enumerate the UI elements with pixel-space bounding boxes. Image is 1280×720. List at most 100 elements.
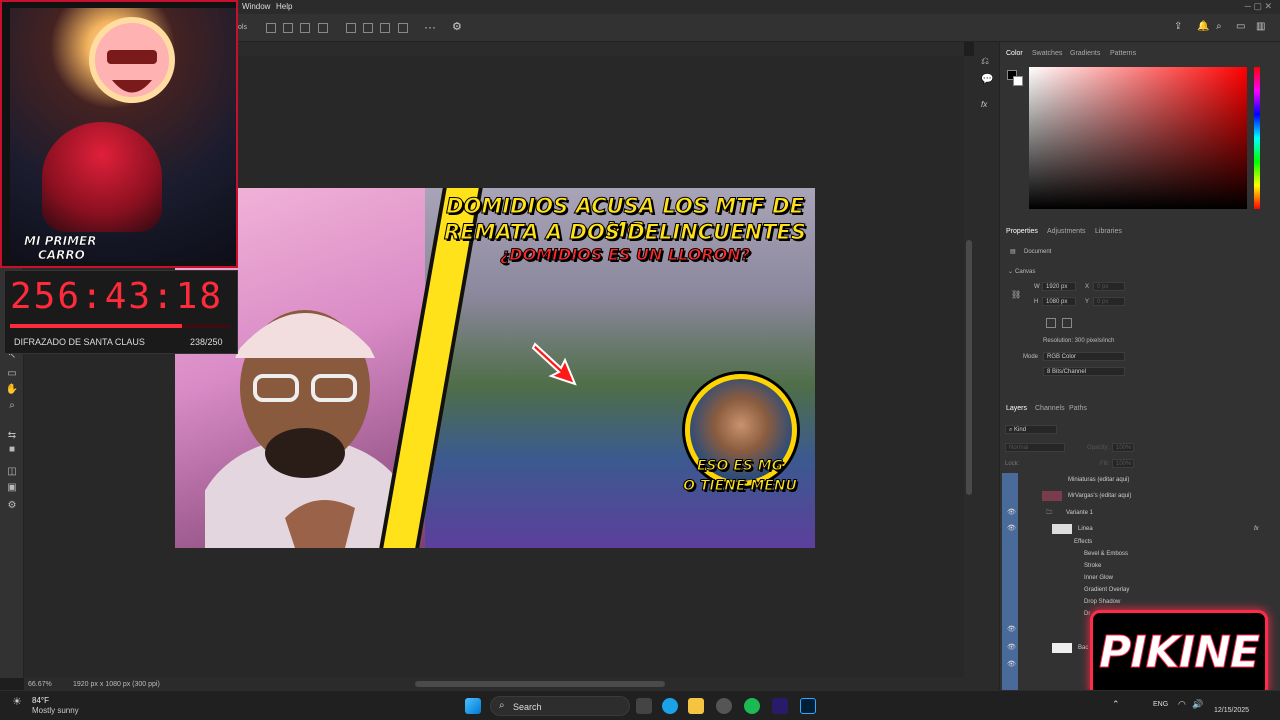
tab-channels[interactable]: Channels [1035,405,1065,412]
effect-row[interactable]: Drop Shadow [1002,596,1272,608]
horizontal-scroll-thumb[interactable] [415,681,665,687]
eye-icon[interactable]: 👁 [1007,661,1016,669]
effect-name: Gradient Overlay [1084,587,1130,593]
opacity-field[interactable]: 100% [1112,443,1134,452]
search-icon[interactable]: ⌕ [1216,21,1222,32]
history-icon[interactable]: ⎌ [981,56,989,67]
y-field[interactable]: 0 px [1093,297,1125,306]
effect-row[interactable]: Gradient Overlay [1002,584,1272,596]
task-view-icon[interactable] [636,698,652,714]
image-size-icon[interactable] [1062,318,1072,328]
edit-toolbar-icon[interactable]: ⚙ [5,500,19,512]
distribute-vertical-button[interactable] [398,23,408,33]
link-icon[interactable]: ⛓ [1011,290,1021,299]
document-info[interactable]: 1920 px x 1080 px (300 ppi) [73,681,160,688]
effect-row[interactable]: Inner Glow [1002,572,1272,584]
folder-icon: 🗀 [1046,510,1053,516]
tab-gradients[interactable]: Gradients [1070,50,1100,57]
effect-row[interactable]: Bevel & Emboss [1002,548,1272,560]
photoshop-icon[interactable] [800,698,816,714]
fx-badge-icon: fx [1254,526,1259,532]
swap-colors-icon[interactable]: ⇆ [5,430,19,442]
media-encoder-icon[interactable] [772,698,788,714]
spotify-icon[interactable] [744,698,760,714]
align-middle-button[interactable] [363,23,373,33]
layer-row[interactable]: Miniaturas (editar aqui) [1002,472,1272,488]
x-field[interactable]: 0 px [1093,282,1125,291]
zoom-level[interactable]: 66.67% [28,681,52,688]
tab-paths[interactable]: Paths [1069,405,1087,412]
hand-tool-icon[interactable]: ✋ [5,384,19,396]
eye-icon[interactable]: 👁 [1007,509,1016,517]
align-left-button[interactable] [266,23,276,33]
vertical-scroll-thumb[interactable] [966,240,972,495]
layer-row[interactable]: 👁 Linea fx [1002,521,1272,537]
more-options-icon[interactable]: ··· [424,20,436,34]
tab-color[interactable]: Color [1006,50,1023,57]
tab-swatches[interactable]: Swatches [1032,50,1062,57]
edge-icon[interactable] [662,698,678,714]
effect-row[interactable]: Effects [1002,536,1272,548]
file-explorer-icon[interactable] [688,698,704,714]
bits-select[interactable]: 8 Bits/Channel [1043,367,1125,376]
hue-slider[interactable] [1254,67,1260,209]
align-right-button[interactable] [300,23,310,33]
tab-adjustments[interactable]: Adjustments [1047,228,1086,235]
width-field[interactable]: 1920 px [1042,282,1076,291]
layer-row[interactable]: 👁 🗀 Variante 1 [1002,505,1272,521]
weather-icon[interactable]: ☀ [12,695,22,708]
rectangle-tool-icon[interactable]: ▭ [5,368,19,380]
notification-icon[interactable]: 🔔 [1197,21,1209,32]
tab-layers[interactable]: Layers [1006,405,1027,412]
align-top-button[interactable] [346,23,356,33]
panel-toggle-icon[interactable]: ▥ [1256,21,1265,32]
tab-patterns[interactable]: Patterns [1110,50,1136,57]
blend-mode-select[interactable]: Normal [1005,443,1065,452]
align-bottom-button[interactable] [380,23,390,33]
comments-icon[interactable]: 💬 [981,74,993,85]
distribute-button[interactable] [318,23,328,33]
color-field[interactable] [1029,67,1247,209]
gear-icon[interactable]: ⚙ [452,20,462,33]
quick-mask-icon[interactable]: ◫ [5,466,19,478]
menu-help[interactable]: Help [276,2,292,11]
tab-libraries[interactable]: Libraries [1095,228,1122,235]
layer-name: Variante 1 [1066,510,1093,516]
chevron-down-icon[interactable]: ⌄ [1008,268,1013,275]
search-box[interactable]: ⌕ Search [490,696,630,716]
tab-properties[interactable]: Properties [1006,228,1038,235]
clock-date[interactable]: 12/15/2025 [1214,707,1249,714]
weather-temp[interactable]: 84°F [32,696,49,705]
document-icon: ▤ [1010,249,1016,255]
layer-row[interactable]: MrVargas's (editar aqui) [1002,488,1272,504]
align-center-button[interactable] [283,23,293,33]
eye-icon[interactable]: 👁 [1007,644,1016,652]
fx-icon[interactable]: fx [981,100,987,109]
screen-mode-icon[interactable]: ▣ [5,482,19,494]
menu-window[interactable]: Window [242,2,270,11]
layer-thumbnail [1052,643,1072,653]
canvas-size-icon[interactable] [1046,318,1056,328]
mode-label: Mode [1023,354,1039,360]
share-icon[interactable]: ⇪ [1174,21,1182,32]
car-badge-line2: CARRO [38,248,85,263]
language-indicator[interactable]: ENG [1153,701,1168,708]
fill-field[interactable]: 100% [1112,459,1134,468]
foreground-color-swatch[interactable]: ■ [5,444,19,456]
eye-icon[interactable]: 👁 [1007,525,1016,533]
layer-filter-kind[interactable]: ⌕ Kind [1005,425,1057,434]
zoom-tool-icon[interactable]: ⌕ [5,400,19,412]
eye-icon[interactable]: 👁 [1007,626,1016,634]
background-swatch[interactable] [1013,76,1023,86]
start-button[interactable] [465,698,481,714]
thumbnail-canvas[interactable]: DOMIDIOS ACUSA LOS MTF DE MG REMATA A DO… [175,188,815,548]
workspace-icon[interactable]: ▭ [1236,21,1245,32]
wifi-icon[interactable]: ◠ [1178,699,1186,710]
chevron-up-icon[interactable]: ⌃ [1112,699,1120,710]
volume-icon[interactable]: 🔊 [1192,699,1203,710]
effect-row[interactable]: Stroke [1002,560,1272,572]
weather-desc[interactable]: Mostly sunny [32,706,79,715]
height-field[interactable]: 1080 px [1042,297,1076,306]
mode-select[interactable]: RGB Color [1043,352,1125,361]
obs-icon[interactable] [716,698,732,714]
